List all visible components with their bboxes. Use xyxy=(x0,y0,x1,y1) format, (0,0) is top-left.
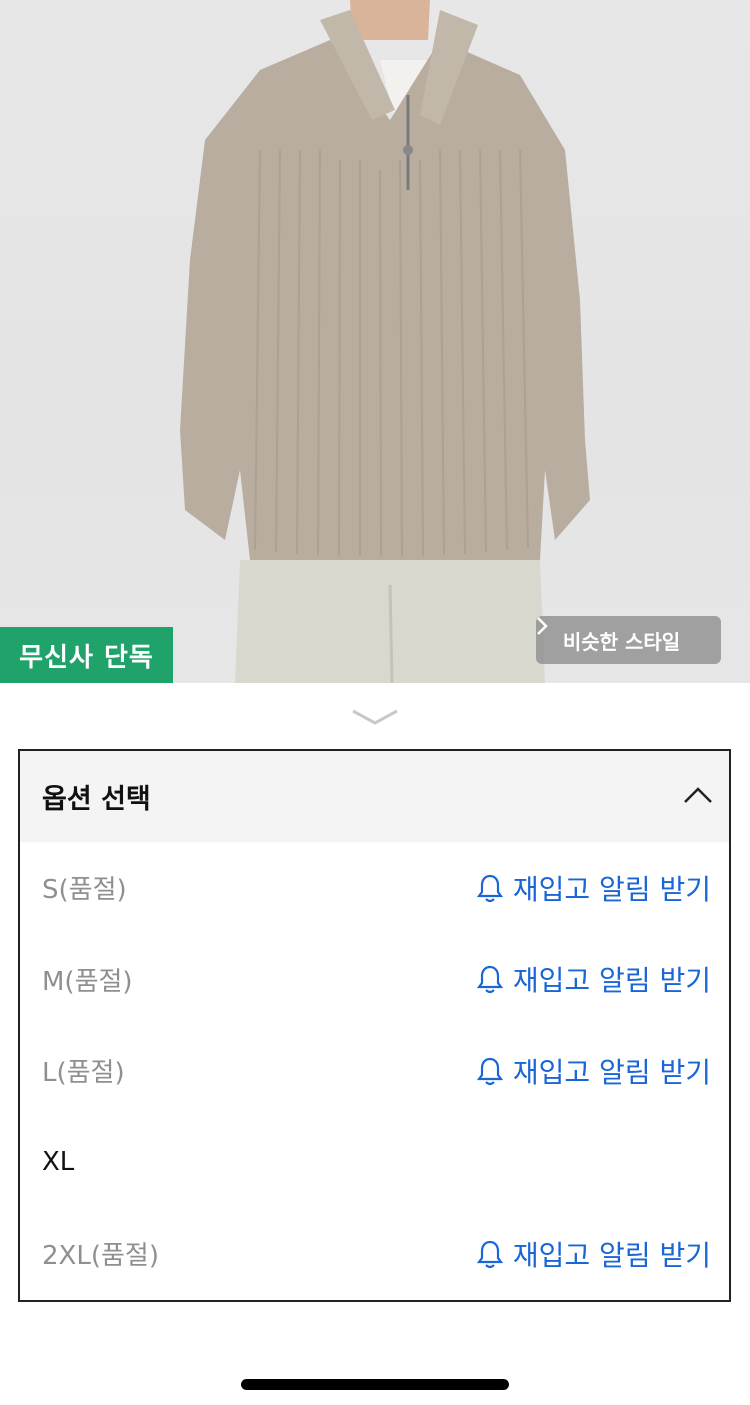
similar-style-button[interactable]: 비슷한 스타일 xyxy=(536,616,721,664)
bell-icon xyxy=(476,964,503,994)
chevron-up-icon xyxy=(683,786,713,808)
option-item-xl[interactable]: XL xyxy=(20,1117,729,1209)
restock-alert-link[interactable]: 재입고 알림 받기 xyxy=(476,959,711,999)
option-item-s[interactable]: S(품절) 재입고 알림 받기 xyxy=(20,842,729,934)
bell-icon xyxy=(476,873,503,903)
restock-alert-label: 재입고 알림 받기 xyxy=(512,1055,711,1089)
bell-icon xyxy=(476,1239,503,1269)
restock-alert-link[interactable]: 재입고 알림 받기 xyxy=(476,1234,711,1274)
restock-alert-label: 재입고 알림 받기 xyxy=(512,1238,711,1272)
option-name: L(품절) xyxy=(42,1058,125,1089)
option-name: M(품절) xyxy=(42,966,133,997)
restock-alert-link[interactable]: 재입고 알림 받기 xyxy=(476,868,711,908)
option-name: 2XL(품절) xyxy=(42,1241,159,1272)
option-name: XL xyxy=(42,1147,75,1178)
exclusive-badge: 무신사 단독 xyxy=(0,627,173,683)
option-select-panel: 옵션 선택 S(품절) 재입고 알림 받기 M(품절) 재입고 알림 받기 L(… xyxy=(18,749,731,1302)
option-item-m[interactable]: M(품절) 재입고 알림 받기 xyxy=(20,934,729,1026)
collapse-handle-icon[interactable] xyxy=(350,706,400,728)
option-select-header[interactable]: 옵션 선택 xyxy=(20,751,729,842)
sweater-photo xyxy=(180,0,590,683)
bell-icon xyxy=(476,1056,503,1086)
restock-alert-label: 재입고 알림 받기 xyxy=(512,872,711,906)
similar-style-label: 비슷한 스타일 xyxy=(562,629,681,654)
option-name: S(품절) xyxy=(42,875,127,906)
restock-alert-label: 재입고 알림 받기 xyxy=(512,964,711,998)
option-select-title: 옵션 선택 xyxy=(42,784,151,815)
option-item-2xl[interactable]: 2XL(품절) 재입고 알림 받기 xyxy=(20,1208,729,1300)
home-indicator[interactable] xyxy=(241,1379,509,1390)
restock-alert-link[interactable]: 재입고 알림 받기 xyxy=(476,1051,711,1091)
option-item-l[interactable]: L(품절) 재입고 알림 받기 xyxy=(20,1025,729,1117)
product-image[interactable]: 무신사 단독 비슷한 스타일 xyxy=(0,0,750,683)
